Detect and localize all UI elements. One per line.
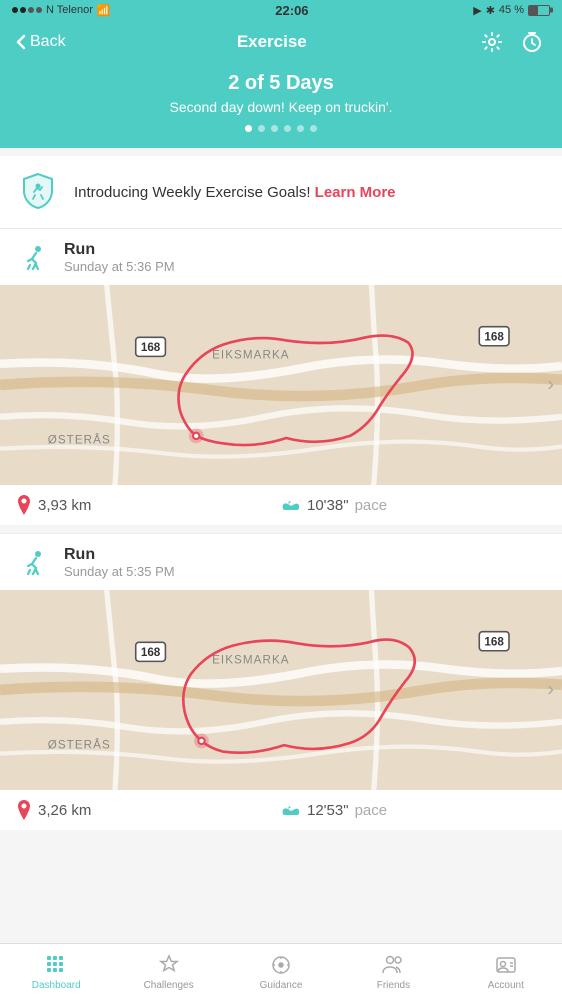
signal-dot [28, 7, 34, 13]
dot-indicator [271, 125, 278, 132]
nav-item-account[interactable]: Account [450, 947, 562, 997]
nav-item-challenges[interactable]: Challenges [112, 947, 224, 997]
exercise-card: Run Sunday at 5:35 PM EIKSMARKA ØSTERÅS … [0, 534, 562, 830]
exercise-info: Run Sunday at 5:35 PM [64, 546, 175, 579]
dot-indicator [297, 125, 304, 132]
battery-percentage: 45 % [499, 4, 524, 16]
nav-item-friends[interactable]: Friends [337, 947, 449, 997]
status-left: N Telenor 📶 [12, 4, 111, 17]
svg-text:168: 168 [141, 646, 161, 659]
goals-icon-wrap [16, 170, 60, 214]
svg-text:168: 168 [484, 330, 504, 343]
bluetooth-icon: ✱ [486, 4, 495, 17]
exercise-map[interactable]: EIKSMARKA ØSTERÅS 168 168 › [0, 285, 562, 485]
distance-value: 3,93 km [38, 497, 91, 514]
stats-row: 3,93 km 10'38" pace [0, 485, 562, 525]
goals-banner: Introducing Weekly Exercise Goals! Learn… [0, 156, 562, 229]
hero-banner: 2 of 5 Days Second day down! Keep on tru… [0, 64, 562, 148]
exercise-type: Run [64, 241, 175, 259]
wifi-icon: 📶 [97, 4, 111, 17]
svg-text:EIKSMARKA: EIKSMARKA [212, 348, 290, 361]
goals-text: Introducing Weekly Exercise Goals! Learn… [74, 184, 396, 201]
star-icon [157, 953, 181, 977]
signal-dot [36, 7, 42, 13]
learn-more-link[interactable]: Learn More [315, 184, 396, 201]
chevron-right-icon: › [547, 679, 554, 702]
exercise-header: Run Sunday at 5:36 PM [0, 229, 562, 285]
stats-row: 3,26 km 12'53" pace [0, 790, 562, 830]
pace-label: pace [355, 497, 388, 514]
dashboard-label: Dashboard [32, 980, 81, 991]
nav-item-dashboard[interactable]: Dashboard [0, 947, 112, 997]
svg-text:EIKSMARKA: EIKSMARKA [212, 653, 290, 666]
svg-text:ØSTERÅS: ØSTERÅS [48, 433, 111, 446]
distance-stat: 3,93 km [16, 495, 281, 515]
chevron-right-icon: › [547, 374, 554, 397]
dot-indicator [245, 125, 252, 132]
signal-dot [12, 7, 18, 13]
goals-shield-icon [16, 170, 60, 214]
exercise-header: Run Sunday at 5:35 PM [0, 534, 562, 590]
svg-text:ØSTERÅS: ØSTERÅS [48, 738, 111, 751]
pace-value: 12'53" [307, 802, 349, 819]
status-bar: N Telenor 📶 22:06 ▶ ✱ 45 % [0, 0, 562, 20]
grid-icon [44, 953, 68, 977]
page-dots [20, 125, 542, 132]
svg-text:168: 168 [141, 341, 161, 354]
distance-stat: 3,26 km [16, 800, 281, 820]
page-title: Exercise [237, 32, 307, 52]
hero-subtitle: Second day down! Keep on truckin'. [20, 99, 542, 115]
account-label: Account [488, 980, 524, 991]
exercise-info: Run Sunday at 5:36 PM [64, 241, 175, 274]
nav-icons [478, 28, 546, 56]
distance-value: 3,26 km [38, 802, 91, 819]
shoe-icon [281, 497, 301, 513]
nav-bar: Back Exercise [0, 20, 562, 64]
location-pin-icon [16, 800, 32, 820]
pace-label: pace [355, 802, 388, 819]
status-time: 22:06 [275, 3, 308, 18]
nav-item-guidance[interactable]: Guidance [225, 947, 337, 997]
svg-text:168: 168 [484, 635, 504, 648]
signal-dot [20, 7, 26, 13]
location-pin-icon [16, 495, 32, 515]
friends-label: Friends [377, 980, 410, 991]
dot-indicator [310, 125, 317, 132]
pace-stat: 12'53" pace [281, 802, 546, 819]
back-label: Back [30, 33, 66, 51]
dot-indicator [284, 125, 291, 132]
exercise-list: Run Sunday at 5:36 PM EIKSMARKA ØSTERÅS [0, 229, 562, 830]
guidance-label: Guidance [260, 980, 303, 991]
account-icon [494, 953, 518, 977]
signal-dots [12, 7, 42, 13]
challenges-label: Challenges [144, 980, 194, 991]
back-button[interactable]: Back [16, 33, 66, 51]
pace-stat: 10'38" pace [281, 497, 546, 514]
run-icon [16, 241, 52, 277]
location-icon: ▶ [473, 4, 481, 17]
bottom-nav: Dashboard Challenges Guidance [0, 943, 562, 999]
status-right: ▶ ✱ 45 % [473, 4, 550, 17]
exercise-type: Run [64, 546, 175, 564]
carrier-label: N Telenor [46, 4, 93, 16]
exercise-datetime: Sunday at 5:36 PM [64, 259, 175, 274]
pace-value: 10'38" [307, 497, 349, 514]
battery-icon [528, 5, 550, 16]
dot-indicator [258, 125, 265, 132]
map-svg: EIKSMARKA ØSTERÅS 168 168 [0, 285, 562, 485]
run-icon [16, 546, 52, 582]
settings-button[interactable] [478, 28, 506, 56]
friends-icon [381, 953, 405, 977]
exercise-datetime: Sunday at 5:35 PM [64, 564, 175, 579]
stopwatch-button[interactable] [518, 28, 546, 56]
exercise-card: Run Sunday at 5:36 PM EIKSMARKA ØSTERÅS [0, 229, 562, 525]
map-svg: EIKSMARKA ØSTERÅS 168 168 [0, 590, 562, 790]
hero-title: 2 of 5 Days [20, 72, 542, 95]
shoe-icon [281, 802, 301, 818]
exercise-map[interactable]: EIKSMARKA ØSTERÅS 168 168 › [0, 590, 562, 790]
compass-icon [269, 953, 293, 977]
